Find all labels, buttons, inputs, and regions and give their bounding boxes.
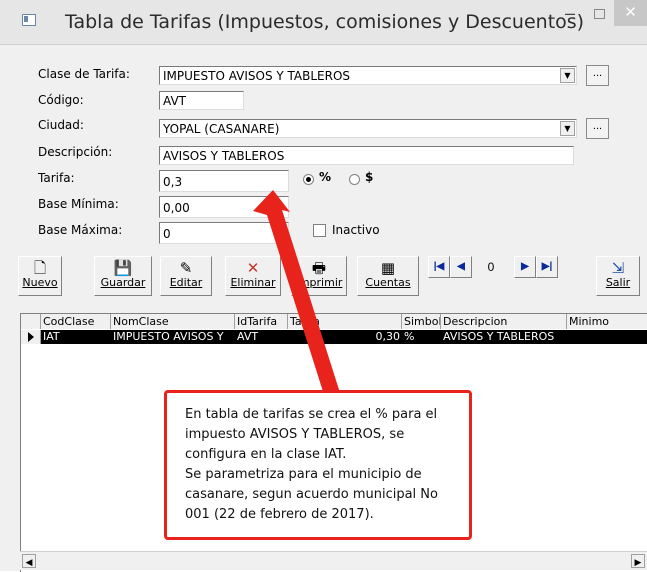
exit-icon: ⇲ (611, 259, 625, 277)
editar-label: Editar (169, 276, 203, 289)
descripcion-field[interactable]: AVISOS Y TABLEROS (159, 146, 574, 165)
header-codclase[interactable]: CodClase (41, 314, 111, 329)
base-min-label: Base Mínima: (38, 197, 119, 211)
callout-line-6: 001 (22 de febrero de 2017). (185, 507, 374, 522)
cuentas-button[interactable]: ▦ Cuentas (357, 256, 419, 296)
callout-line-3: configura en la clase IAT. (185, 447, 347, 462)
imprimir-button[interactable]: 🖶 Imprimir (291, 256, 347, 296)
prev-record-button[interactable]: ◀ (450, 256, 472, 278)
accounts-icon: ▦ (380, 259, 396, 277)
clase-lookup-button[interactable]: ... (586, 65, 609, 86)
tarifa-field[interactable]: 0,3 (159, 170, 289, 192)
salir-label: Salir (605, 276, 631, 289)
tarifa-form: Clase de Tarifa: IMPUESTO AVISOS Y TABLE… (20, 58, 642, 250)
horizontal-scrollbar[interactable]: ◀ ▶ (20, 551, 647, 570)
prev-icon: ◀ (457, 261, 465, 272)
percent-radio[interactable] (303, 174, 314, 185)
base-max-field[interactable]: 0 (159, 222, 289, 244)
imprimir-label: Imprimir (295, 276, 343, 289)
dollar-radio[interactable] (349, 174, 360, 185)
tarifas-window: Tabla de Tarifas (Impuestos, comisiones … (0, 0, 647, 572)
cell-minimo (567, 330, 647, 344)
chevron-down-icon[interactable]: ▼ (560, 68, 575, 83)
cell-idtarifa: AVT (237, 330, 259, 343)
app-icon (22, 14, 36, 26)
percent-radio-label: % (319, 170, 332, 184)
cell-simbol: % (404, 330, 415, 343)
ciudad-lookup-button[interactable]: ... (586, 118, 609, 139)
next-icon: ▶ (521, 261, 529, 272)
clase-label: Clase de Tarifa: (38, 67, 130, 81)
descripcion-label: Descripción: (38, 145, 113, 159)
header-idtarifa[interactable]: IdTarifa (235, 314, 288, 329)
next-record-button[interactable]: ▶ (514, 256, 536, 278)
record-number: 0 (487, 260, 495, 274)
save-icon: 💾 (113, 259, 133, 277)
callout-line-4: Se parametriza para el municipio de (185, 467, 422, 482)
header-nomclase[interactable]: NomClase (111, 314, 235, 329)
guardar-button[interactable]: 💾 Guardar (94, 256, 152, 296)
last-icon: ▶| (541, 261, 553, 272)
grid-header: CodClase NomClase IdTarifa Tarifa Simbol… (21, 314, 647, 329)
maximize-icon (593, 9, 605, 20)
cell-tarifa: 0,30 (375, 330, 401, 343)
eliminar-label: Eliminar (230, 276, 276, 289)
delete-icon: ✕ (246, 259, 260, 277)
chevron-down-icon[interactable]: ▼ (560, 121, 575, 136)
ciudad-value: YOPAL (CASANARE) (163, 122, 280, 136)
cuentas-label: Cuentas (365, 276, 411, 289)
codigo-field[interactable]: AVT (159, 91, 244, 110)
printer-icon: 🖶 (311, 259, 327, 277)
guardar-label: Guardar (100, 276, 146, 289)
base-min-field[interactable]: 0,00 (159, 196, 289, 218)
codigo-label: Código: (38, 93, 84, 107)
inactivo-label: Inactivo (332, 223, 380, 237)
inactivo-checkbox[interactable] (313, 224, 326, 237)
callout-line-1: En tabla de tarifas se crea el % para el (185, 407, 438, 422)
callout-line-2: impuesto AVISOS Y TABLEROS, se (185, 427, 405, 442)
base-max-label: Base Máxima: (38, 223, 123, 237)
cell-codclase: IAT (43, 330, 60, 343)
ciudad-label: Ciudad: (38, 118, 84, 132)
title-bar: Tabla de Tarifas (Impuestos, comisiones … (0, 0, 647, 45)
cell-descripcion: AVISOS Y TABLEROS (443, 330, 555, 343)
clase-value: IMPUESTO AVISOS Y TABLEROS (163, 69, 351, 83)
scroll-right-icon[interactable]: ▶ (631, 554, 645, 568)
maximize-button[interactable] (585, 0, 613, 26)
window-title: Tabla de Tarifas (Impuestos, comisiones … (65, 11, 585, 33)
scroll-left-icon[interactable]: ◀ (22, 554, 36, 568)
table-row[interactable]: IAT IMPUESTO AVISOS Y AVT 0,30 % AVISOS … (41, 330, 647, 344)
header-tarifa[interactable]: Tarifa (288, 314, 402, 329)
cell-nomclase: IMPUESTO AVISOS Y (113, 330, 224, 343)
new-document-icon: 🗋 (33, 259, 47, 277)
header-descripcion[interactable]: Descripcion (441, 314, 567, 329)
editar-button[interactable]: ✎ Editar (160, 256, 212, 296)
first-icon: |◀ (433, 261, 445, 272)
callout-line-5: casanare, segun acuerdo municipal No (185, 487, 438, 502)
eliminar-button[interactable]: ✕ Eliminar (225, 256, 281, 296)
nuevo-label: Nuevo (22, 276, 58, 289)
ciudad-combo[interactable]: YOPAL (CASANARE) ▼ (159, 119, 577, 138)
last-record-button[interactable]: ▶| (536, 256, 558, 278)
annotation-callout: En tabla de tarifas se crea el % para el… (164, 390, 472, 540)
header-indicator (21, 314, 41, 329)
row-selector-icon (21, 330, 41, 344)
dollar-radio-label: $ (365, 170, 374, 184)
close-button[interactable]: ✕ (614, 0, 647, 26)
header-minimo[interactable]: Minimo (567, 314, 647, 329)
salir-button[interactable]: ⇲ Salir (596, 256, 640, 296)
clase-combo[interactable]: IMPUESTO AVISOS Y TABLEROS ▼ (159, 66, 577, 85)
nuevo-button[interactable]: 🗋 Nuevo (18, 256, 62, 296)
header-simbol[interactable]: Simbol (402, 314, 441, 329)
edit-icon: ✎ (179, 259, 193, 277)
first-record-button[interactable]: |◀ (428, 256, 450, 278)
tarifa-label: Tarifa: (38, 171, 75, 185)
minimize-button[interactable]: – (556, 0, 584, 26)
toolbar: 🗋 Nuevo 💾 Guardar ✎ Editar ✕ Eliminar 🖶 … (18, 256, 640, 302)
